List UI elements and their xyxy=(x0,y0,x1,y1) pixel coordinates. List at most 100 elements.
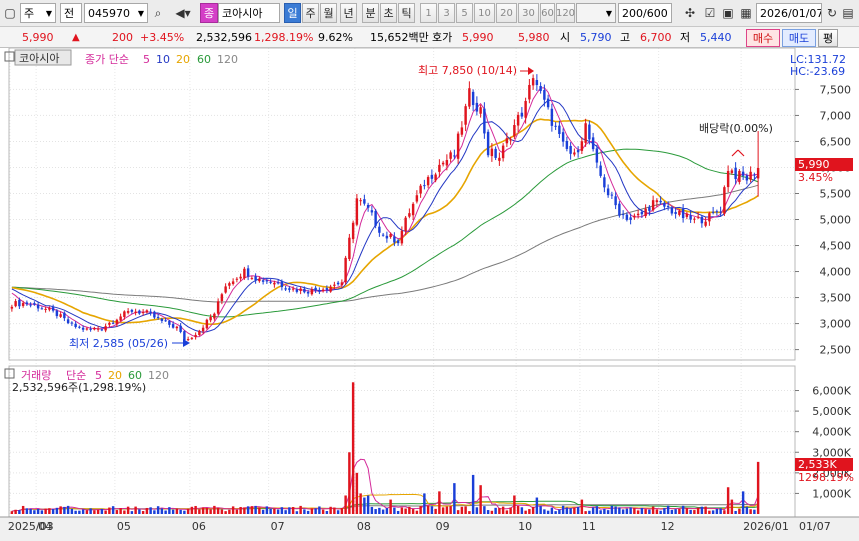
speaker-icon[interactable]: ◀▾ xyxy=(170,3,196,23)
candle-body xyxy=(693,218,696,220)
volume-bar xyxy=(543,509,546,514)
candle-body xyxy=(258,278,261,282)
volume-bar xyxy=(524,510,527,514)
volume-bar xyxy=(55,507,59,514)
code-input[interactable]: 045970 ▼ xyxy=(84,3,148,23)
date-field[interactable]: 2026/01/07 xyxy=(756,3,822,23)
volume-bar xyxy=(723,510,726,514)
volume-bar xyxy=(18,510,21,514)
volume-bar xyxy=(74,510,77,514)
candle-body xyxy=(730,170,734,173)
volume-ratio: 1,298.19% xyxy=(254,31,314,44)
candle-body xyxy=(370,210,374,213)
volume-bar xyxy=(246,506,250,514)
grid-icon[interactable]: ▤ xyxy=(840,3,856,23)
candle-body xyxy=(186,339,190,341)
period-tab-1[interactable]: 주 xyxy=(302,3,319,23)
candle-body xyxy=(235,278,239,280)
candle-body xyxy=(423,185,426,187)
x-tick-label: 04 xyxy=(38,520,52,533)
blank-field[interactable]: ▼ xyxy=(576,3,616,23)
candle-body xyxy=(243,268,246,279)
volume-bar xyxy=(753,509,756,514)
checkbox-icon[interactable]: ☑ xyxy=(702,3,718,23)
stock-badge[interactable]: 종 xyxy=(200,3,218,23)
volume-bar xyxy=(81,509,85,514)
volume-bar xyxy=(374,509,377,514)
volume-bar xyxy=(486,510,490,514)
refresh-icon[interactable]: ↻ xyxy=(824,3,840,23)
stock-chart[interactable]: 7,5007,0006,5006,0005,5005,0004,5004,000… xyxy=(0,47,859,541)
price-tick-label: 3,000 xyxy=(820,318,852,331)
period-tab-0[interactable]: 일 xyxy=(284,3,301,23)
interval-button-3[interactable]: 3 xyxy=(438,3,455,23)
interval-button-60[interactable]: 60 xyxy=(540,3,555,23)
candle-body xyxy=(104,326,107,331)
interval-button-30[interactable]: 30 xyxy=(518,3,539,23)
period-tab-2[interactable]: 월 xyxy=(320,3,337,23)
chart-area[interactable]: 7,5007,0006,5006,0005,5005,0004,5004,000… xyxy=(0,47,859,541)
candle-body xyxy=(171,324,175,328)
interval-button-10[interactable]: 10 xyxy=(474,3,495,23)
candle-body xyxy=(288,288,291,290)
interval-button-120[interactable]: 120 xyxy=(556,3,575,23)
interval-button-20[interactable]: 20 xyxy=(496,3,517,23)
candle-body xyxy=(396,240,400,244)
volume-bar xyxy=(599,510,602,514)
eval-button[interactable]: 평 xyxy=(818,29,838,47)
candle-body xyxy=(689,215,692,220)
candle-body xyxy=(18,299,21,307)
last-volume-text: 2,533K xyxy=(798,458,837,471)
candle-body xyxy=(419,185,422,194)
period-tab-6[interactable]: 틱 xyxy=(398,3,415,23)
candle-body xyxy=(359,200,362,202)
volume-bar xyxy=(378,507,381,514)
candle-body xyxy=(340,282,344,285)
candle-body xyxy=(430,174,434,179)
candle-body xyxy=(321,289,325,291)
volume-bar xyxy=(385,508,389,514)
period-tab-3[interactable]: 년 xyxy=(340,3,357,23)
candle-body xyxy=(408,213,411,217)
buy-button[interactable]: 매수 xyxy=(746,29,780,47)
layout-icon[interactable]: ▢ xyxy=(2,3,18,23)
period-tab-5[interactable]: 초 xyxy=(380,3,397,23)
type-select[interactable]: 주 ▼ xyxy=(20,3,56,23)
candle-body xyxy=(14,301,17,307)
high-price: 6,700 xyxy=(640,31,672,44)
candle-body xyxy=(599,165,602,176)
last-price-text: 5,990 xyxy=(798,158,830,171)
candle-body xyxy=(25,302,29,305)
save-icon[interactable]: ▣ xyxy=(720,3,736,23)
ma20-label: 20 xyxy=(176,53,190,66)
candle-body xyxy=(576,150,580,153)
candle-body xyxy=(36,304,40,309)
period-tab-4[interactable]: 분 xyxy=(362,3,379,23)
candle-body xyxy=(385,235,389,239)
volume-bar xyxy=(471,474,475,514)
interval-button-5[interactable]: 5 xyxy=(456,3,473,23)
calendar-icon[interactable]: ▦ xyxy=(738,3,754,23)
volume-bar xyxy=(344,495,347,514)
market-select[interactable]: 전 xyxy=(60,3,82,23)
volume-bar xyxy=(464,506,467,514)
candle-body xyxy=(745,175,749,181)
volume-bar xyxy=(595,506,599,514)
volume-bar xyxy=(468,511,471,514)
stock-name-field[interactable]: 코아시아 xyxy=(218,3,280,23)
volume-bar xyxy=(261,509,265,514)
volume-bar xyxy=(186,508,190,514)
crosshair-icon[interactable]: ✣ xyxy=(680,3,700,23)
candle-body xyxy=(483,108,486,134)
interval-button-1[interactable]: 1 xyxy=(420,3,437,23)
candle-body xyxy=(685,213,689,217)
count-field[interactable]: 200/600 xyxy=(618,3,672,23)
volume-bar xyxy=(633,508,636,514)
search-icon[interactable]: ⌕ xyxy=(150,3,166,23)
candle-body xyxy=(726,170,730,188)
sell-button[interactable]: 매도 xyxy=(782,29,816,47)
high-label: 고 xyxy=(620,31,631,44)
volume-bar xyxy=(648,509,651,514)
candle-body xyxy=(209,317,212,321)
volume-bar xyxy=(745,506,749,514)
